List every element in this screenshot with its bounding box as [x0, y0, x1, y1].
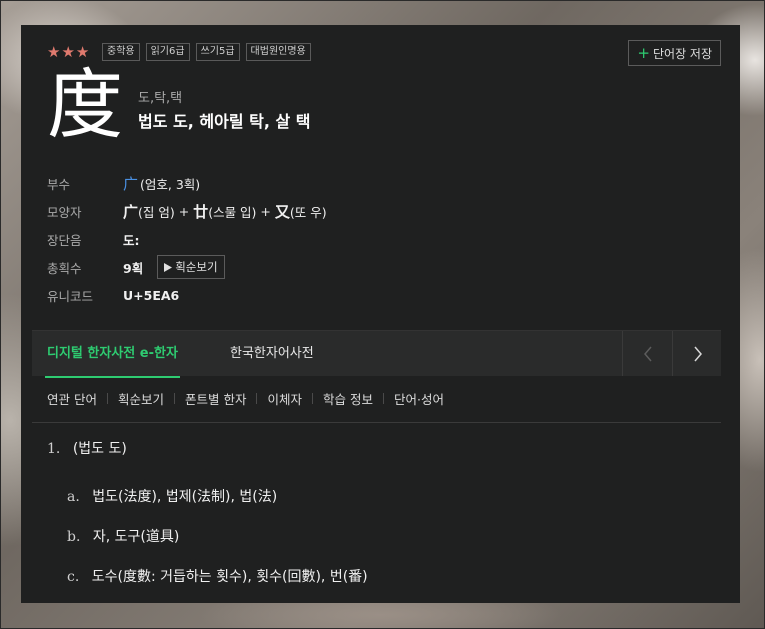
- chevron-right-icon: [693, 346, 702, 361]
- subnav-study-info[interactable]: 학습 정보: [313, 389, 383, 408]
- shape-char[interactable]: 又: [275, 201, 290, 222]
- subnav-related-words[interactable]: 연관 단어: [47, 389, 107, 408]
- hanja-meaning: 법도 도, 헤아릴 탁, 살 택: [138, 112, 311, 131]
- definition-sub-item: a. 법도(法度), 법제(法制), 법(法): [67, 477, 368, 517]
- save-to-wordbook-button[interactable]: + 단어장 저장: [628, 40, 721, 66]
- shape-desc: (스물 입): [208, 204, 257, 220]
- radical-desc: (엄호, 3획): [140, 176, 201, 192]
- info-row-unicode: 유니코드 U+5EA6: [47, 281, 327, 309]
- definition-sub-item: b. 자, 도구(道具): [67, 517, 368, 557]
- info-label: 총획수: [47, 260, 82, 276]
- radical-value: 广 (엄호, 3획): [123, 173, 200, 194]
- hanja-readings: 도,탁,택: [138, 91, 183, 106]
- shape-desc: (또 우): [289, 204, 327, 220]
- badge-school: 중학용: [102, 43, 140, 61]
- shape-char[interactable]: 广: [123, 201, 138, 222]
- stroke-order-button[interactable]: 획순보기: [157, 255, 225, 279]
- shape-value: 广 (집 엄) + 廿 (스물 입) + 又 (또 우): [123, 201, 327, 222]
- info-label: 부수: [47, 176, 71, 192]
- subnav-stroke-order[interactable]: 획순보기: [108, 389, 174, 408]
- shape-char[interactable]: 廿: [193, 201, 208, 222]
- definition-main: 1. (법도 도): [47, 437, 368, 461]
- chevron-left-icon: [643, 346, 652, 361]
- definition-marker: 1.: [47, 441, 61, 457]
- tab-korean-hanja-words[interactable]: 한국한자어사전: [230, 331, 314, 376]
- badge-list: 중학용 읽기6급 쓰기5급 대법원인명용: [102, 43, 311, 61]
- radical-char-link[interactable]: 广: [123, 173, 138, 194]
- definition-text: (법도 도): [72, 441, 127, 457]
- definition-list: 1. (법도 도) a. 법도(法度), 법제(法制), 법(法) b. 자, …: [47, 437, 368, 597]
- definition-marker: b.: [67, 529, 81, 545]
- subnav-font-variants[interactable]: 폰트별 한자: [175, 389, 256, 408]
- info-table: 부수 广 (엄호, 3획) 모양자 广 (집 엄) + 廿 (스물 입) + 又…: [47, 169, 327, 309]
- stroke-order-label: 획순보기: [175, 260, 218, 274]
- info-row-shape: 모양자 广 (집 엄) + 廿 (스물 입) + 又 (또 우): [47, 197, 327, 225]
- badge-name-usage: 대법원인명용: [245, 43, 311, 61]
- definition-text: 법도(法度), 법제(法制), 법(法): [92, 489, 278, 505]
- info-label: 장단음: [47, 232, 82, 248]
- hanja-dictionary-panel: ★★★ 중학용 읽기6급 쓰기5급 대법원인명용 + 단어장 저장 度 도,탁,…: [21, 25, 740, 603]
- next-tab-button[interactable]: [672, 331, 722, 376]
- badge-reading-grade: 읽기6급: [145, 43, 190, 61]
- definition-sub-item: c. 도수(度數: 거듭하는 횟수), 횟수(回數), 번(番): [67, 557, 368, 597]
- unicode-value: U+5EA6: [123, 287, 180, 303]
- badge-writing-grade: 쓰기5급: [195, 43, 240, 61]
- save-label: 단어장 저장: [652, 46, 712, 61]
- subnav-words-idioms[interactable]: 단어·성어: [384, 389, 454, 408]
- subnav-variant-forms[interactable]: 이체자: [257, 389, 312, 408]
- definition-text: 자, 도구(道具): [92, 529, 180, 545]
- shape-desc: (집 엄): [138, 204, 175, 220]
- plus-icon: +: [637, 43, 650, 62]
- content-divider: [32, 422, 721, 423]
- definition-marker: c.: [67, 569, 80, 585]
- definition-text: 도수(度數: 거듭하는 횟수), 횟수(回數), 번(番): [91, 569, 368, 585]
- section-subnav: 연관 단어 획순보기 폰트별 한자 이체자 학습 정보 단어·성어: [47, 389, 454, 408]
- dictionary-tabs: 디지털 한자사전 e-한자 한국한자어사전: [32, 330, 722, 378]
- play-icon: [164, 262, 173, 272]
- info-row-length: 장단음 도:: [47, 225, 327, 253]
- tab-digital-hanja[interactable]: 디지털 한자사전 e-한자: [45, 331, 180, 378]
- strokes-value-wrap: 9획 획순보기: [123, 255, 225, 279]
- info-label: 유니코드: [47, 288, 94, 304]
- info-row-strokes: 총획수 9획 획순보기: [47, 253, 327, 281]
- info-row-radical: 부수 广 (엄호, 3획): [47, 169, 327, 197]
- info-label: 모양자: [47, 204, 82, 220]
- length-value: 도:: [123, 232, 140, 248]
- prev-tab-button[interactable]: [622, 331, 672, 376]
- hanja-character: 度: [47, 60, 123, 149]
- level-stars: ★★★: [47, 43, 91, 61]
- definition-marker: a.: [67, 489, 80, 505]
- strokes-value: 9획: [123, 260, 144, 276]
